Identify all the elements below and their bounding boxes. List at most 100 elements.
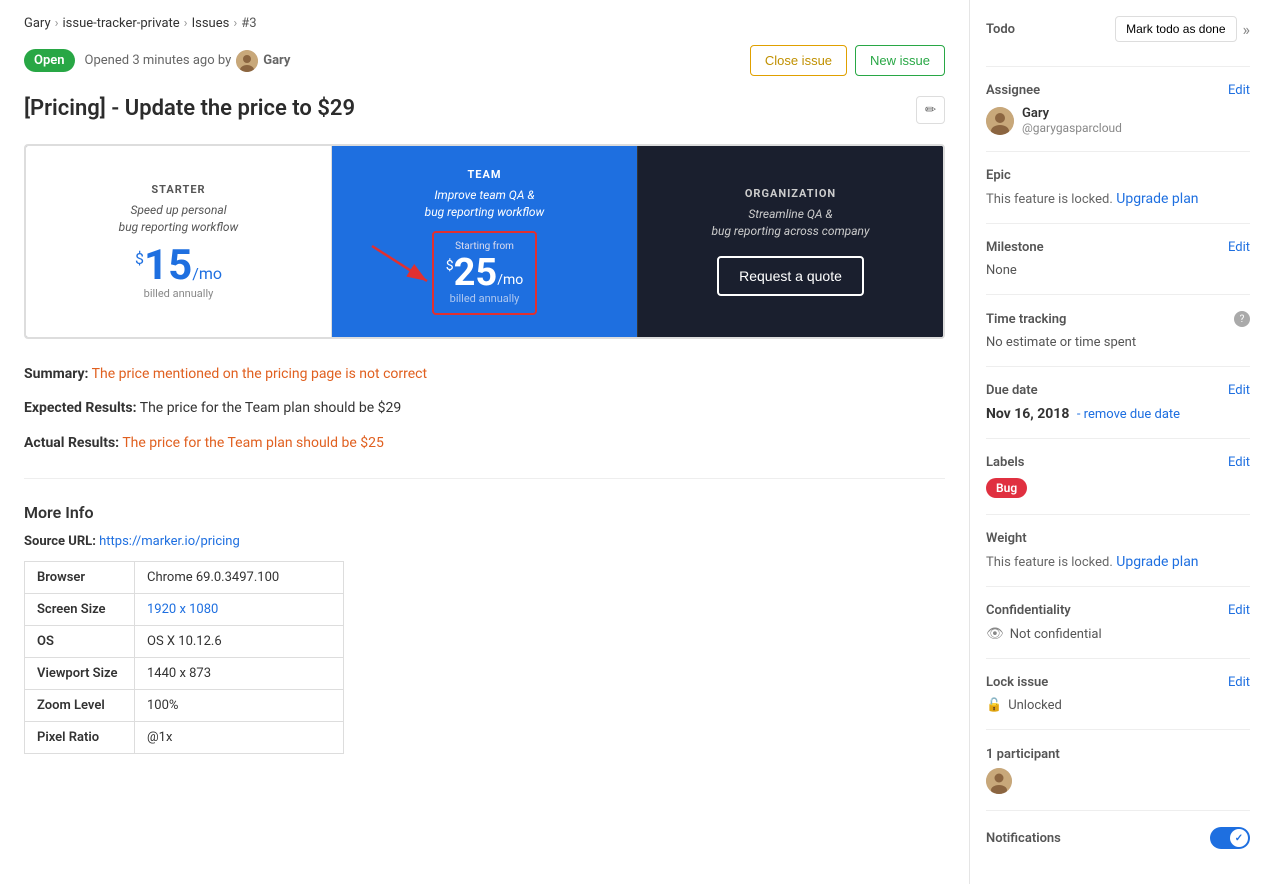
assignee-row: Gary @garygasparcloud: [986, 106, 1250, 135]
assignee-avatar: [986, 107, 1014, 135]
info-table: BrowserChrome 69.0.3497.100Screen Size 19…: [24, 561, 344, 754]
due-date-value-row: Nov 16, 2018 - remove due date: [986, 406, 1250, 422]
breadcrumb-user[interactable]: Gary: [24, 16, 51, 31]
issue-header: Open Opened 3 minutes ago by Gary Close …: [24, 45, 945, 76]
weight-value: This feature is locked. Upgrade plan: [986, 554, 1250, 570]
epic-value: This feature is locked. Upgrade plan: [986, 191, 1250, 207]
time-tracking-label: Time tracking: [986, 312, 1066, 327]
participants-label: 1 participant: [986, 747, 1060, 762]
eye-icon: 👁: [986, 626, 1004, 642]
sidebar-notifications-section: Notifications ✓: [986, 827, 1250, 865]
participants-row: [986, 768, 1250, 794]
issue-title: [Pricing] - Update the price to $29: [24, 96, 355, 121]
issue-header-left: Open Opened 3 minutes ago by Gary: [24, 49, 290, 72]
starter-plan-card: STARTER Speed up personalbug reporting w…: [26, 146, 332, 337]
issue-title-row: [Pricing] - Update the price to $29 ✏: [24, 96, 945, 124]
breadcrumb-issue-number: #3: [241, 16, 256, 31]
starter-plan-label: STARTER: [151, 183, 205, 196]
weight-upgrade-link[interactable]: Upgrade plan: [1116, 554, 1198, 570]
lock-issue-label: Lock issue: [986, 675, 1048, 690]
label-bug-tag[interactable]: Bug: [986, 478, 1027, 498]
author-avatar: [236, 50, 258, 72]
sidebar-assignee-section: Assignee Edit Gary @garygasparcloud: [986, 83, 1250, 152]
milestone-edit-link[interactable]: Edit: [1228, 240, 1250, 255]
assignee-label: Assignee: [986, 83, 1040, 98]
milestone-label: Milestone: [986, 240, 1044, 255]
remove-due-date-link[interactable]: - remove due date: [1077, 407, 1180, 422]
sidebar-labels-section: Labels Edit Bug: [986, 455, 1250, 515]
todo-chevron-icon[interactable]: »: [1243, 20, 1251, 39]
table-row: Pixel Ratio@1x: [25, 722, 344, 754]
table-cell-key: Viewport Size: [25, 658, 135, 690]
notifications-toggle[interactable]: ✓: [1210, 827, 1250, 849]
participant-avatar: [986, 768, 1012, 794]
issue-body: Summary: The price mentioned on the pric…: [24, 363, 945, 454]
issue-meta: Opened 3 minutes ago by Gary: [85, 50, 291, 72]
table-cell-key: Pixel Ratio: [25, 722, 135, 754]
new-issue-button[interactable]: New issue: [855, 45, 945, 76]
confidentiality-value: Not confidential: [1010, 627, 1102, 642]
time-tracking-value: No estimate or time spent: [986, 335, 1250, 350]
table-cell-value: 1440 x 873: [135, 658, 344, 690]
sidebar: Todo Mark todo as done » Assignee Edit: [970, 0, 1266, 884]
actual-paragraph: Actual Results: The price for the Team p…: [24, 432, 945, 454]
lock-issue-edit-link[interactable]: Edit: [1228, 675, 1250, 690]
table-cell-value: Chrome 69.0.3497.100: [135, 562, 344, 594]
sidebar-weight-section: Weight This feature is locked. Upgrade p…: [986, 531, 1250, 587]
edit-title-button[interactable]: ✏: [916, 96, 945, 124]
time-tracking-help-icon[interactable]: ?: [1234, 311, 1250, 327]
sidebar-time-tracking-section: Time tracking ? No estimate or time spen…: [986, 311, 1250, 367]
lock-issue-value-row: 🔓 Unlocked: [986, 698, 1250, 713]
labels-label: Labels: [986, 455, 1024, 470]
close-issue-button[interactable]: Close issue: [750, 45, 847, 76]
starter-billed: billed annually: [144, 287, 214, 300]
notifications-label: Notifications: [986, 831, 1061, 846]
labels-edit-link[interactable]: Edit: [1228, 455, 1250, 470]
due-date-label: Due date: [986, 383, 1038, 398]
sidebar-todo-section: Todo Mark todo as done »: [986, 16, 1250, 67]
assignee-edit-link[interactable]: Edit: [1228, 83, 1250, 98]
due-date-edit-link[interactable]: Edit: [1228, 383, 1250, 398]
team-plan-desc: Improve team QA &bug reporting workflow: [425, 187, 545, 221]
table-cell-value: 100%: [135, 690, 344, 722]
issue-status-badge: Open: [24, 49, 75, 72]
red-arrow: [362, 236, 442, 296]
team-price: 25: [454, 254, 498, 292]
table-cell-link[interactable]: 1920 x 1080: [147, 602, 218, 617]
toggle-knob: ✓: [1230, 829, 1248, 847]
assignee-name: Gary: [1022, 106, 1122, 121]
table-cell-key: Zoom Level: [25, 690, 135, 722]
mark-todo-done-button[interactable]: Mark todo as done: [1115, 16, 1236, 42]
due-date-value: Nov 16, 2018: [986, 406, 1069, 422]
org-plan-desc: Streamline QA &bug reporting across comp…: [711, 206, 869, 240]
sidebar-lock-section: Lock issue Edit 🔓 Unlocked: [986, 675, 1250, 730]
todo-header: Todo Mark todo as done »: [986, 16, 1250, 42]
breadcrumb-repo[interactable]: issue-tracker-private: [63, 16, 180, 31]
team-plan-label: TEAM: [467, 168, 501, 181]
table-row: BrowserChrome 69.0.3497.100: [25, 562, 344, 594]
breadcrumb: Gary › issue-tracker-private › Issues › …: [24, 16, 945, 31]
request-quote-button[interactable]: Request a quote: [717, 256, 864, 296]
team-billed: billed annually: [450, 292, 520, 305]
table-cell-key: Screen Size: [25, 594, 135, 626]
starter-price: 15: [144, 245, 192, 287]
team-price-box: Starting from $ 25 /mo billed annually: [432, 231, 538, 315]
lock-icon: 🔓: [986, 698, 1002, 713]
table-cell-key: OS: [25, 626, 135, 658]
lock-issue-value: Unlocked: [1008, 698, 1062, 713]
table-row: OSOS X 10.12.6: [25, 626, 344, 658]
epic-upgrade-link[interactable]: Upgrade plan: [1116, 191, 1198, 207]
sidebar-participants-section: 1 participant: [986, 746, 1250, 811]
sidebar-due-date-section: Due date Edit Nov 16, 2018 - remove due …: [986, 383, 1250, 439]
source-url-link[interactable]: https://marker.io/pricing: [99, 534, 240, 549]
table-cell-key: Browser: [25, 562, 135, 594]
confidentiality-edit-link[interactable]: Edit: [1228, 603, 1250, 618]
more-info-section: More Info Source URL: https://marker.io/…: [24, 503, 945, 754]
org-plan-card: ORGANIZATION Streamline QA &bug reportin…: [637, 146, 943, 337]
org-plan-label: ORGANIZATION: [745, 187, 836, 200]
sidebar-epic-section: Epic This feature is locked. Upgrade pla…: [986, 168, 1250, 224]
breadcrumb-issues[interactable]: Issues: [192, 16, 230, 31]
starter-plan-desc: Speed up personalbug reporting workflow: [119, 202, 239, 236]
table-cell-value[interactable]: 1920 x 1080: [135, 594, 344, 626]
notifications-row: Notifications ✓: [986, 827, 1250, 849]
